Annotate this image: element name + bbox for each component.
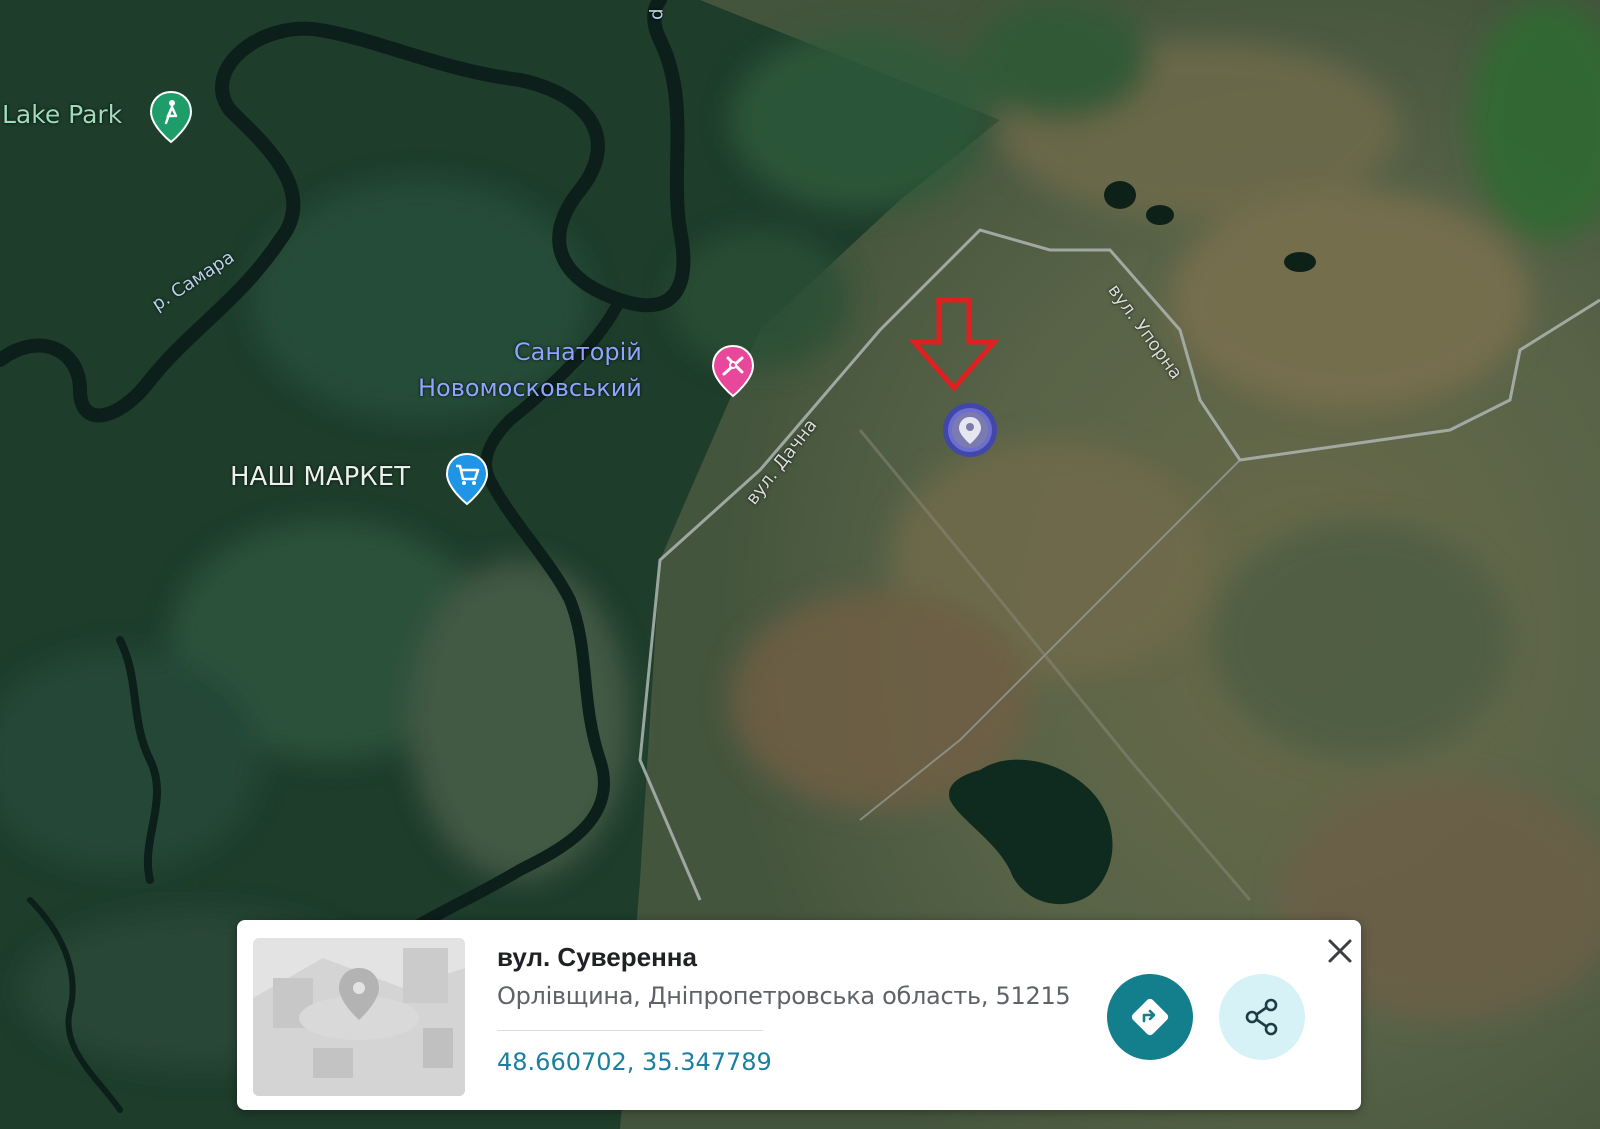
place-title: вул. Суверенна	[497, 942, 697, 972]
river-label-fragment: р	[647, 8, 669, 20]
street-view-placeholder-icon	[253, 938, 465, 1096]
place-address: Орлівщина, Дніпропетровська область, 512…	[497, 982, 1071, 1010]
poi-label-sanatorium-line1: Санаторій	[513, 338, 642, 366]
poi-pin-lake-park[interactable]	[148, 90, 194, 144]
place-card: вул. Суверенна Орлівщина, Дніпропетровсь…	[237, 920, 1361, 1110]
close-button[interactable]	[1323, 934, 1357, 968]
poi-label-sanatorium[interactable]: Санаторій Новомосковський	[418, 334, 642, 406]
share-button[interactable]	[1219, 974, 1305, 1060]
directions-icon	[1131, 998, 1169, 1036]
poi-label-lake-park[interactable]: Lake Park	[2, 100, 122, 129]
poi-pin-sanatorium[interactable]	[710, 344, 756, 398]
card-divider	[497, 1030, 763, 1031]
place-coordinates[interactable]: 48.660702, 35.347789	[497, 1048, 772, 1076]
selected-place-marker[interactable]	[943, 403, 997, 457]
poi-label-nash-market[interactable]: НАШ МАРКЕТ	[230, 462, 410, 492]
directions-button[interactable]	[1107, 974, 1193, 1060]
close-icon	[1328, 939, 1352, 963]
share-icon	[1245, 998, 1278, 1036]
poi-label-sanatorium-line2: Новомосковський	[418, 374, 642, 402]
poi-pin-nash-market[interactable]	[444, 452, 490, 506]
place-thumbnail[interactable]	[253, 938, 465, 1096]
